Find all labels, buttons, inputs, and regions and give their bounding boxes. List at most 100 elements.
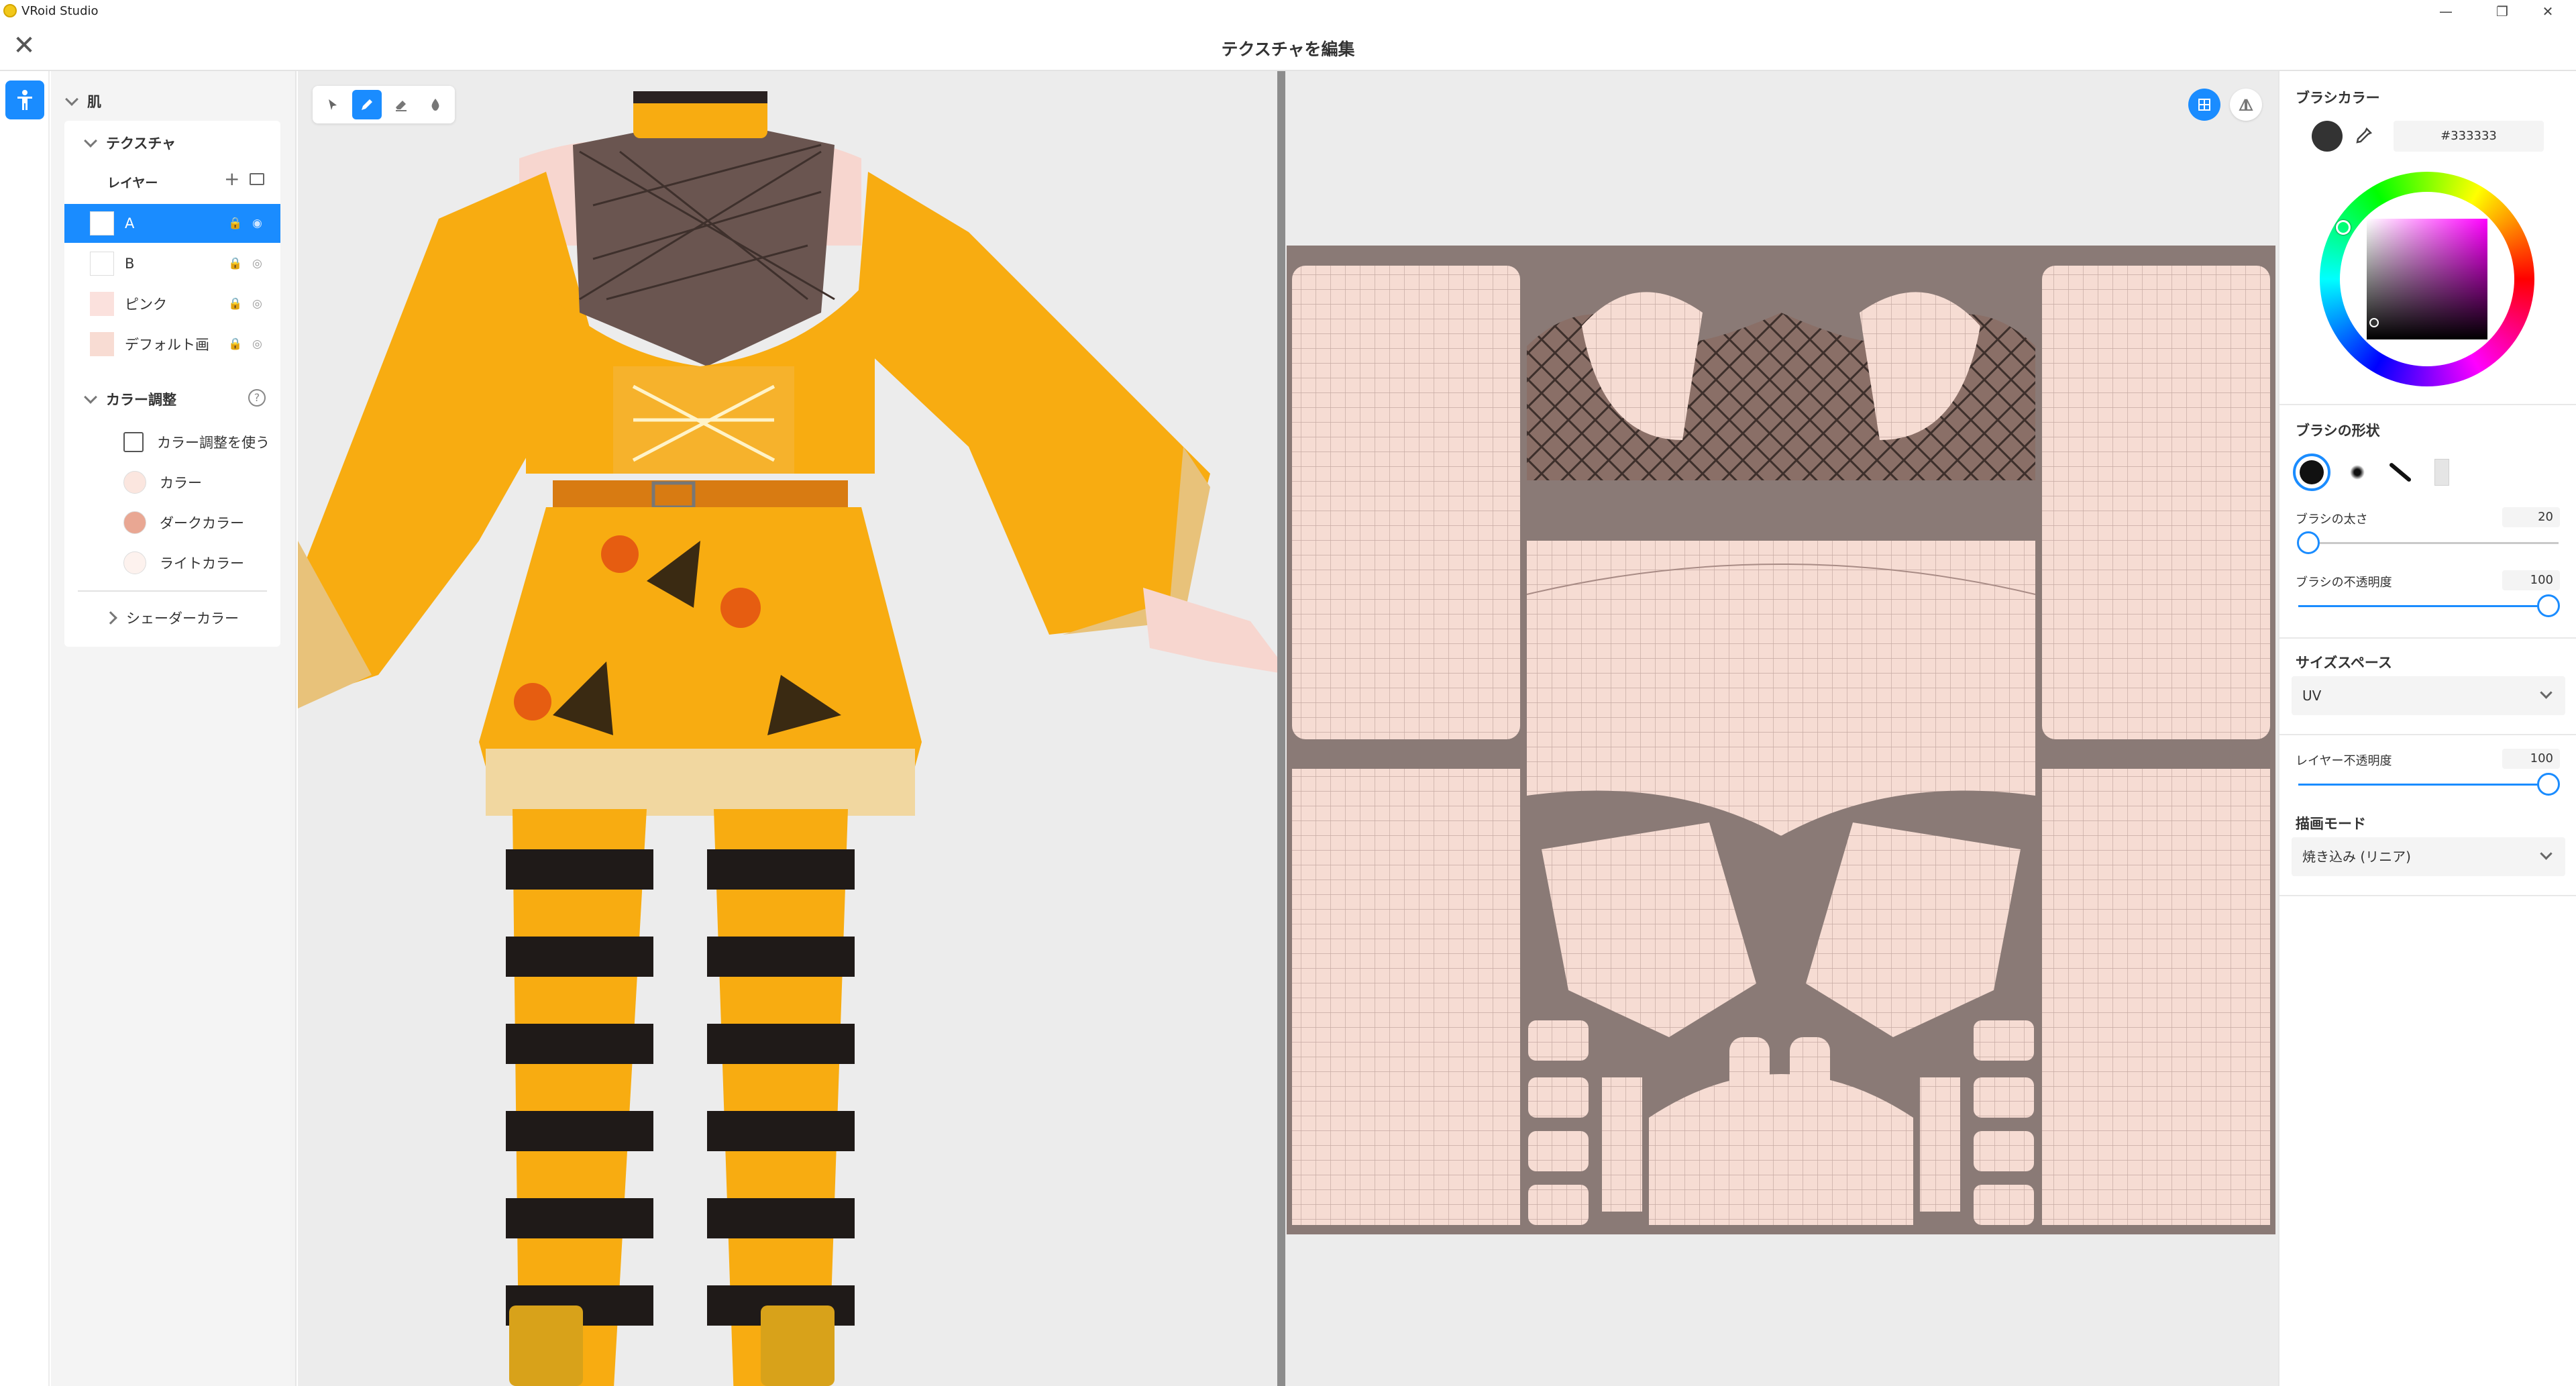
brush-shape-texture-button[interactable] (2423, 454, 2461, 491)
eraser-tool-button[interactable] (386, 90, 416, 119)
section-skin[interactable]: 肌 (65, 91, 101, 111)
brush-opacity-label: ブラシの不透明度 (2296, 576, 2392, 590)
lock-icon[interactable]: 🔒 (228, 217, 242, 230)
lock-icon[interactable]: 🔒 (228, 337, 242, 351)
brush-color-title: ブラシカラー (2296, 90, 2380, 106)
light-color-swatch[interactable] (123, 551, 146, 574)
soft-brush-icon (2350, 465, 2365, 480)
hex-color-field[interactable]: #333333 (2394, 121, 2544, 152)
use-color-adjust-checkbox[interactable] (123, 432, 144, 452)
app-logo-icon (3, 4, 17, 17)
chevron-right-icon (104, 611, 117, 625)
chevron-down-icon (84, 134, 97, 148)
dark-color-swatch[interactable] (123, 511, 146, 534)
help-icon[interactable]: ? (248, 389, 266, 407)
import-image-icon[interactable] (250, 173, 264, 185)
brush-shape-soft-button[interactable] (2339, 454, 2376, 491)
viewport-splitter[interactable] (1277, 71, 1285, 1386)
layer-opacity-label: レイヤー不透明度 (2296, 754, 2392, 768)
color-picker-handle[interactable] (2369, 318, 2379, 327)
visibility-off-icon[interactable]: ◎ (252, 297, 262, 311)
round-brush-icon (2300, 460, 2324, 484)
use-color-adjust-row[interactable]: カラー調整を使う (64, 423, 280, 462)
layer-row-pink[interactable]: ピンク 🔒 ◎ (64, 284, 280, 323)
layer-opacity-slider[interactable] (2298, 773, 2560, 796)
light-color-row[interactable]: ライトカラー (64, 543, 280, 582)
chevron-down-icon (2540, 686, 2553, 699)
hue-handle[interactable] (2336, 220, 2351, 235)
brush-opacity-knob[interactable] (2537, 594, 2560, 617)
texture-brush-icon (2434, 459, 2449, 486)
grid-toggle-button[interactable] (2188, 89, 2220, 121)
fill-tool-button[interactable] (421, 90, 450, 119)
title-bar: VRoid Studio — ❐ ✕ (0, 0, 2576, 23)
visibility-icon[interactable]: ◉ (252, 217, 262, 230)
layer-row-b[interactable]: B 🔒 ◎ (64, 244, 280, 283)
brush-color-swatch[interactable] (2312, 121, 2343, 152)
layer-row-a[interactable]: A 🔒 ◉ (64, 204, 280, 243)
paint-toolbar (313, 86, 455, 123)
brush-size-value[interactable]: 20 (2502, 507, 2560, 527)
add-layer-button[interactable]: + (224, 168, 239, 190)
brush-size-slider[interactable] (2297, 531, 2559, 554)
select-tool-button[interactable] (318, 90, 347, 119)
lock-icon[interactable]: 🔒 (228, 297, 242, 311)
mode-rail (0, 71, 50, 1386)
page-title: テクスチャを編集 (1221, 40, 1355, 59)
color-row[interactable]: カラー (64, 463, 280, 502)
brush-opacity-value[interactable]: 100 (2502, 570, 2560, 590)
size-space-select[interactable]: UV (2292, 676, 2565, 715)
draw-mode-select[interactable]: 焼き込み (リニア) (2292, 837, 2565, 876)
chevron-down-icon (2540, 847, 2553, 860)
brush-shape-round-button[interactable] (2293, 454, 2330, 491)
minimize-button[interactable]: — (2418, 0, 2474, 23)
eraser-icon (396, 101, 407, 111)
dark-color-row[interactable]: ダークカラー (64, 503, 280, 542)
layer-thumbnail (90, 332, 114, 356)
brush-opacity-slider[interactable] (2298, 594, 2560, 617)
grid-icon (2198, 99, 2210, 111)
brush-size-label: ブラシの太さ (2296, 513, 2368, 527)
lock-icon[interactable]: 🔒 (228, 257, 242, 270)
chevron-down-icon (84, 390, 97, 404)
uv-viewport[interactable] (1285, 71, 2278, 1386)
droplet-icon (431, 99, 439, 111)
layer-thumbnail (90, 252, 114, 276)
brush-shape-title: ブラシの形状 (2296, 423, 2380, 439)
color-adjust-header[interactable]: カラー調整 (84, 389, 176, 409)
person-icon (17, 90, 32, 110)
layer-thumbnail (90, 292, 114, 316)
chevron-down-icon (65, 93, 78, 106)
texture-layer-panel: 肌 テクスチャ レイヤー + A 🔒 ◉ B 🔒 ◎ ピンク 🔒 ◎ デフォルト… (51, 71, 297, 1386)
visibility-off-icon[interactable]: ◎ (252, 337, 262, 351)
header-bar: ✕ テクスチャを編集 (0, 23, 2576, 71)
3d-viewport[interactable] (298, 71, 1277, 1386)
mirror-toggle-button[interactable] (2230, 89, 2262, 121)
layer-thumbnail (90, 211, 114, 235)
brush-settings-panel: ブラシカラー #333333 ブラシの形状 ブラシの太さ 20 ブラシの不透明度… (2278, 71, 2576, 1386)
saturation-value-square[interactable] (2367, 219, 2487, 339)
body-mode-button[interactable] (5, 81, 44, 119)
layer-opacity-value[interactable]: 100 (2502, 749, 2560, 769)
layer-row-default[interactable]: デフォルト画 🔒 ◎ (64, 325, 280, 364)
hue-wheel[interactable] (2320, 172, 2534, 386)
visibility-off-icon[interactable]: ◎ (252, 257, 262, 270)
avatar-preview (298, 91, 1277, 1386)
brush-tool-button[interactable] (352, 90, 382, 119)
brush-shape-line-button[interactable] (2381, 454, 2419, 491)
mirror-icon (2239, 99, 2253, 111)
layer-opacity-knob[interactable] (2537, 773, 2560, 796)
close-window-button[interactable]: ✕ (2520, 0, 2576, 23)
divider (78, 590, 267, 592)
size-space-title: サイズスペース (2296, 655, 2392, 671)
layer-header: レイヤー (107, 176, 158, 191)
brush-size-knob[interactable] (2297, 531, 2320, 554)
line-brush-icon (2388, 462, 2412, 483)
eyedropper-icon[interactable] (2353, 126, 2373, 146)
app-title: VRoid Studio (21, 4, 99, 18)
shader-color-header[interactable]: シェーダーカラー (104, 608, 239, 628)
uv-texture-map (1287, 246, 2275, 1234)
color-swatch[interactable] (123, 471, 146, 494)
cursor-icon (329, 99, 337, 110)
texture-group-header[interactable]: テクスチャ (84, 133, 176, 153)
